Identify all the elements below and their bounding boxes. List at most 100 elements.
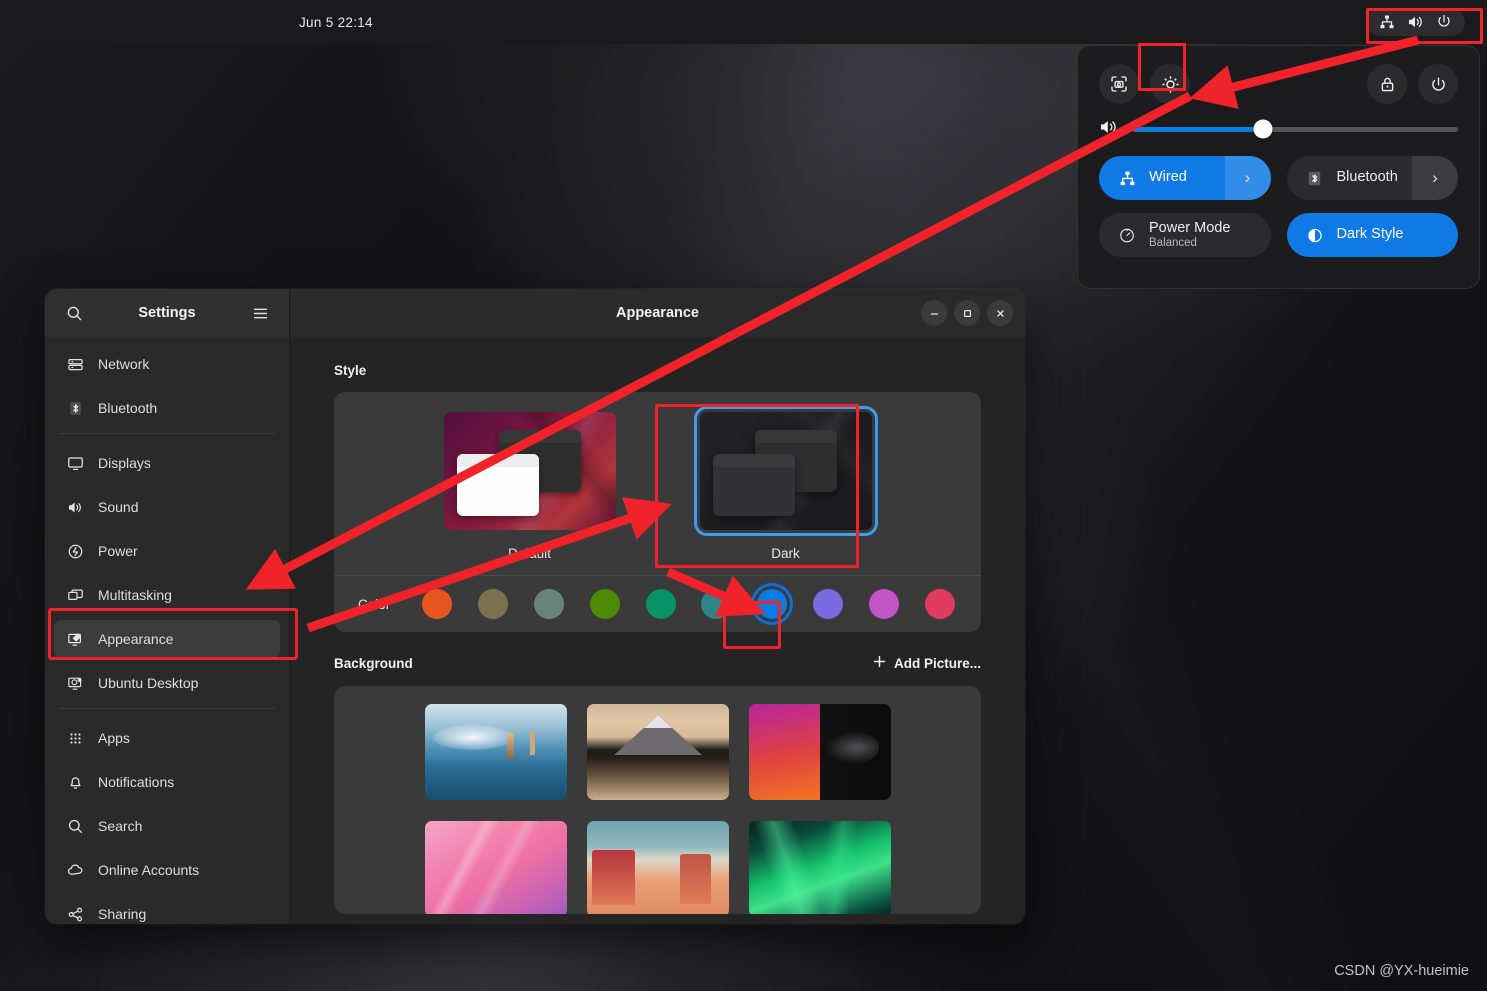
sidebar-divider — [59, 433, 275, 434]
settings-gear-button[interactable] — [1150, 64, 1190, 104]
sidebar-item-displays[interactable]: Displays — [54, 444, 280, 482]
color-swatch-olive[interactable] — [477, 589, 508, 619]
color-swatch-green[interactable] — [589, 589, 620, 619]
color-swatch-blue[interactable] — [751, 583, 794, 625]
color-swatch-list — [422, 583, 957, 625]
bluetooth-tile-main[interactable]: Bluetooth — [1287, 156, 1413, 200]
plus-icon — [872, 654, 887, 672]
style-option-dark[interactable]: Dark — [693, 406, 878, 561]
color-swatch-teal[interactable] — [701, 589, 732, 619]
minimize-button[interactable] — [921, 300, 947, 326]
sidebar-item-sharing[interactable]: Sharing — [54, 895, 280, 924]
color-swatch-purple[interactable] — [813, 589, 844, 619]
maximize-button[interactable] — [954, 300, 980, 326]
sidebar-item-label: Bluetooth — [98, 400, 158, 416]
sidebar-item-power[interactable]: Power — [54, 532, 280, 570]
network-icon — [66, 355, 85, 374]
mini-window-front-dark — [712, 454, 795, 516]
share-icon — [66, 905, 85, 924]
background-heading: Background — [334, 655, 413, 671]
network-wired-icon — [1379, 14, 1395, 30]
power-icon — [1436, 14, 1452, 30]
sidebar-item-online-accounts[interactable]: Online Accounts — [54, 851, 280, 889]
volume-slider-fill — [1133, 126, 1263, 132]
display-icon — [66, 454, 85, 473]
settings-content: Appearance Style Default Dark Color Back… — [290, 289, 1025, 924]
color-swatch-emerald[interactable] — [645, 589, 676, 619]
power-mode-tile[interactable]: Power Mode Balanced — [1099, 213, 1271, 257]
sidebar-item-search[interactable]: Search — [54, 807, 280, 845]
sidebar-item-label: Search — [98, 818, 143, 834]
lock-button[interactable] — [1367, 64, 1407, 104]
mini-window-front-light — [456, 454, 539, 516]
wired-tile-arrow[interactable]: › — [1224, 156, 1271, 200]
sidebar-item-label: Displays — [98, 455, 151, 471]
bluetooth-tile-labels: Bluetooth — [1337, 169, 1398, 186]
sidebar-item-label: Network — [98, 356, 150, 372]
wallpaper-ubuntu-mascot[interactable] — [748, 704, 891, 800]
style-thumbnail-default[interactable] — [443, 412, 616, 530]
style-thumbnail-dark[interactable] — [693, 406, 878, 536]
power-bolt-icon — [66, 542, 85, 561]
color-swatch-pink[interactable] — [924, 589, 955, 619]
sidebar-item-label: Multitasking — [98, 587, 172, 603]
content-scroll-area[interactable]: Style Default Dark Color Background Add … — [290, 337, 1025, 924]
dark-style-tile-labels: Dark Style — [1337, 226, 1404, 243]
volume-slider-row — [1099, 112, 1458, 146]
sidebar-item-label: Notifications — [98, 774, 175, 790]
power-mode-tile-title: Power Mode — [1149, 219, 1231, 236]
wallpaper-aurora[interactable] — [748, 821, 891, 914]
wired-tile[interactable]: Wired › — [1099, 156, 1271, 200]
half-circle-icon — [1306, 226, 1324, 245]
wallpaper-lake-reflection[interactable] — [424, 704, 567, 800]
sidebar-nav-list: Network Bluetooth Displays Sound Power M… — [45, 337, 289, 924]
cloud-icon — [66, 861, 85, 880]
dark-style-tile[interactable]: Dark Style — [1286, 213, 1459, 257]
bluetooth-tile-arrow[interactable]: › — [1412, 156, 1458, 200]
search-icon[interactable] — [59, 298, 89, 328]
close-button[interactable] — [987, 300, 1013, 326]
style-option-default[interactable]: Default — [443, 412, 616, 561]
sidebar-item-network[interactable]: Network — [54, 345, 280, 383]
hamburger-menu-icon[interactable] — [245, 298, 275, 328]
wallpaper-canyon[interactable] — [586, 821, 729, 914]
sidebar-item-apps[interactable]: Apps — [54, 719, 280, 757]
wired-tile-main[interactable]: Wired — [1099, 156, 1225, 200]
sidebar-item-sound[interactable]: Sound — [54, 488, 280, 526]
sidebar-item-label: Appearance — [98, 631, 174, 647]
sidebar-item-notifications[interactable]: Notifications — [54, 763, 280, 801]
settings-window: Settings Network Bluetooth Displays Soun… — [45, 289, 1025, 924]
add-picture-button[interactable]: Add Picture... — [872, 654, 981, 672]
sidebar-item-label: Sharing — [98, 906, 147, 922]
style-option-label: Dark — [771, 546, 800, 561]
sidebar-item-label: Ubuntu Desktop — [98, 675, 199, 691]
wallpaper-mount-fuji[interactable] — [586, 704, 729, 800]
sidebar-item-multitasking[interactable]: Multitasking — [54, 576, 280, 614]
sidebar-item-ubuntu-desktop[interactable]: Ubuntu Desktop — [54, 664, 280, 702]
color-swatch-magenta[interactable] — [869, 589, 899, 619]
wired-tile-labels: Wired — [1149, 169, 1187, 186]
quick-settings-tiles: Wired › Bluetooth › Power Mode Balanced … — [1099, 156, 1458, 257]
sidebar-item-appearance[interactable]: Appearance — [54, 620, 280, 658]
volume-slider-knob[interactable] — [1253, 119, 1273, 139]
sidebar-title: Settings — [138, 305, 196, 321]
clock[interactable]: Jun 5 22:14 — [299, 15, 373, 30]
power-mode-tile-main[interactable]: Power Mode Balanced — [1099, 213, 1271, 257]
color-swatch-sage[interactable] — [533, 589, 564, 619]
wallpaper-pink-rays[interactable] — [424, 821, 567, 914]
background-section: Background Add Picture... — [334, 654, 981, 914]
top-panel: Jun 5 22:14 — [0, 0, 1487, 44]
color-swatch-orange[interactable] — [422, 589, 452, 619]
sidebar-header: Settings — [45, 289, 289, 337]
volume-slider[interactable] — [1133, 119, 1458, 139]
power-off-button[interactable] — [1418, 64, 1458, 104]
dark-style-tile-main[interactable]: Dark Style — [1287, 213, 1459, 257]
bluetooth-tile[interactable]: Bluetooth › — [1286, 156, 1458, 200]
style-section-header: Style — [334, 363, 981, 378]
multitasking-icon — [66, 586, 85, 605]
gauge-icon — [1118, 226, 1136, 245]
system-indicators[interactable] — [1366, 8, 1465, 36]
sidebar-item-bluetooth[interactable]: Bluetooth — [54, 389, 280, 427]
screenshot-button[interactable] — [1099, 64, 1139, 104]
wired-tile-title: Wired — [1149, 169, 1187, 186]
